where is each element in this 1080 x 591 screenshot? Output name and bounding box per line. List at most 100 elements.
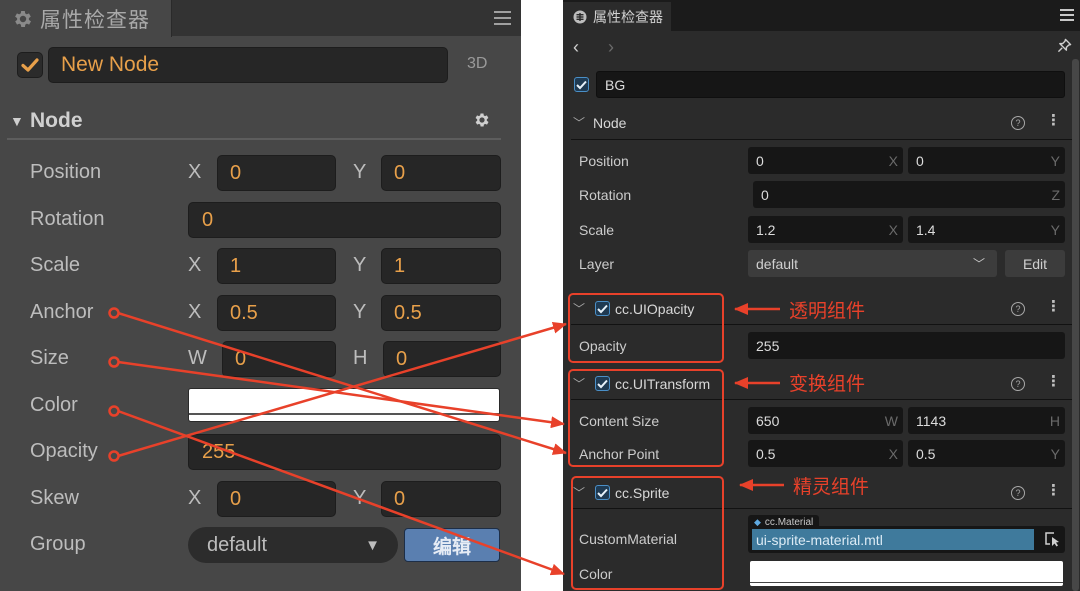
annotation-box-uitransform xyxy=(568,369,724,467)
anchor-x-input[interactable]: 0.5 X xyxy=(748,440,903,467)
axis-label: X xyxy=(188,161,202,183)
position-y-input[interactable]: 0 xyxy=(381,155,501,191)
field-value: 1.4 xyxy=(916,221,936,238)
property-layer: Layer default ﹀ Edit xyxy=(563,250,1072,277)
property-scale: Scale 1.2 X 1.4 Y xyxy=(563,216,1072,243)
property-opacity: Opacity 255 xyxy=(0,434,521,470)
position-x-input[interactable]: 0 X xyxy=(748,147,903,174)
forward-arrow-icon[interactable]: › xyxy=(608,37,614,58)
collapse-triangle-icon: ▼ xyxy=(10,113,24,129)
annotation-box-uiopacity xyxy=(568,293,724,363)
property-label: Opacity xyxy=(30,440,98,462)
axis-label: H xyxy=(353,347,368,369)
position-y-input[interactable]: 0 Y xyxy=(908,147,1065,174)
field-value: 1143 xyxy=(916,412,947,429)
tab-inspector[interactable]: 属性检查器 xyxy=(563,2,671,31)
scale-y-input[interactable]: 1.4 Y xyxy=(908,216,1065,243)
content-height-input[interactable]: 1143 H xyxy=(908,407,1065,434)
more-options-icon[interactable]: ⋮ xyxy=(1046,299,1061,314)
skew-y-input[interactable]: 0 xyxy=(381,481,501,517)
group-select-value: default xyxy=(207,533,268,556)
material-asset-value[interactable]: ui-sprite-material.mtl xyxy=(752,529,1034,550)
menu-icon[interactable] xyxy=(494,11,511,25)
field-value: 0 xyxy=(756,152,764,169)
checkmark-icon xyxy=(576,80,587,89)
annotation-label: 精灵组件 xyxy=(793,476,870,498)
help-icon[interactable]: ? xyxy=(1011,302,1025,316)
anchor-y-input[interactable]: 0.5 xyxy=(381,295,501,331)
axis-label: Y xyxy=(353,487,367,509)
node-active-checkbox[interactable] xyxy=(574,77,589,92)
rotation-z-input[interactable]: 0 Z xyxy=(753,181,1065,208)
3d-toggle[interactable]: 3D xyxy=(467,55,487,73)
scale-x-input[interactable]: 1.2 X xyxy=(748,216,903,243)
scrollbar[interactable] xyxy=(1072,59,1079,591)
opacity-input[interactable]: 255 xyxy=(188,434,501,470)
annotation-label: 透明组件 xyxy=(789,300,866,322)
tab-title: 属性检查器 xyxy=(593,9,663,26)
section-title: Node xyxy=(30,109,83,132)
asset-picker-icon[interactable] xyxy=(1044,531,1060,547)
property-label: Position xyxy=(30,161,102,183)
axis-label: Y xyxy=(1050,222,1060,238)
menu-icon[interactable] xyxy=(1060,9,1074,21)
edit-layer-button[interactable]: Edit xyxy=(1005,250,1065,277)
property-label: Anchor xyxy=(30,301,94,323)
property-label: Color xyxy=(30,394,78,416)
position-x-input[interactable]: 0 xyxy=(217,155,336,191)
property-label: Layer xyxy=(579,256,615,272)
node-name-input[interactable]: New Node xyxy=(48,47,448,83)
anchor-x-input[interactable]: 0.5 xyxy=(217,295,336,331)
layer-select[interactable]: default ﹀ xyxy=(748,250,997,277)
skew-x-input[interactable]: 0 xyxy=(217,481,336,517)
scale-x-input[interactable]: 1 xyxy=(217,248,336,284)
axis-label: X xyxy=(888,222,898,238)
chevron-down-icon: ﹀ xyxy=(573,116,586,130)
back-arrow-icon[interactable]: ‹ xyxy=(573,37,579,58)
node-name-input[interactable]: BG xyxy=(596,71,1065,98)
axis-label: Z xyxy=(1051,187,1060,203)
content-width-input[interactable]: 650 W xyxy=(748,407,903,434)
dropdown-arrow-icon: ▼ xyxy=(365,537,380,554)
tab-inspector[interactable]: 属性检查器 xyxy=(0,0,172,37)
axis-label: W xyxy=(188,347,207,369)
property-label: Position xyxy=(579,153,629,169)
axis-label: Y xyxy=(353,301,367,323)
property-color: Color xyxy=(0,388,521,424)
node-section-header[interactable]: ﹀ Node ? ⋮ xyxy=(563,108,1072,138)
edit-group-button[interactable]: 编辑 xyxy=(404,528,500,562)
axis-label: Y xyxy=(1050,446,1060,462)
axis-label: X xyxy=(188,301,202,323)
chevron-down-icon: ﹀ xyxy=(972,257,985,271)
rotation-input[interactable]: 0 xyxy=(188,202,501,238)
group-select[interactable]: default ▼ xyxy=(188,527,398,563)
property-group: Group default ▼ 编辑 xyxy=(0,527,521,563)
more-options-icon[interactable]: ⋮ xyxy=(1046,113,1061,128)
node-section-header[interactable]: ▼ Node xyxy=(0,105,521,137)
scale-y-input[interactable]: 1 xyxy=(381,248,501,284)
property-skew: Skew X 0 Y 0 xyxy=(0,481,521,517)
help-icon[interactable]: ? xyxy=(1011,377,1025,391)
color-swatch[interactable] xyxy=(188,388,500,422)
node-active-checkbox[interactable] xyxy=(17,52,43,78)
size-h-input[interactable]: 0 xyxy=(383,341,501,377)
property-label: Rotation xyxy=(579,187,632,203)
axis-label: W xyxy=(884,413,898,429)
property-label: Skew xyxy=(30,487,79,509)
axis-label: X xyxy=(888,153,898,169)
pin-icon[interactable] xyxy=(1057,38,1072,53)
size-w-input[interactable]: 0 xyxy=(222,341,336,377)
more-options-icon[interactable]: ⋮ xyxy=(1046,374,1061,389)
anchor-y-input[interactable]: 0.5 Y xyxy=(908,440,1065,467)
color-swatch[interactable] xyxy=(750,561,1063,586)
help-icon[interactable]: ? xyxy=(1011,486,1025,500)
field-value: 0.5 xyxy=(756,445,776,462)
opacity-input[interactable]: 255 xyxy=(748,332,1065,359)
property-label: Group xyxy=(30,533,86,555)
help-icon[interactable]: ? xyxy=(1011,116,1025,130)
more-options-icon[interactable]: ⋮ xyxy=(1046,483,1061,498)
settings-gear-icon[interactable] xyxy=(473,111,491,129)
custom-material-field[interactable]: ui-sprite-material.mtl xyxy=(748,526,1065,553)
property-rotation: Rotation 0 xyxy=(0,202,521,238)
field-value: 1.2 xyxy=(756,221,776,238)
